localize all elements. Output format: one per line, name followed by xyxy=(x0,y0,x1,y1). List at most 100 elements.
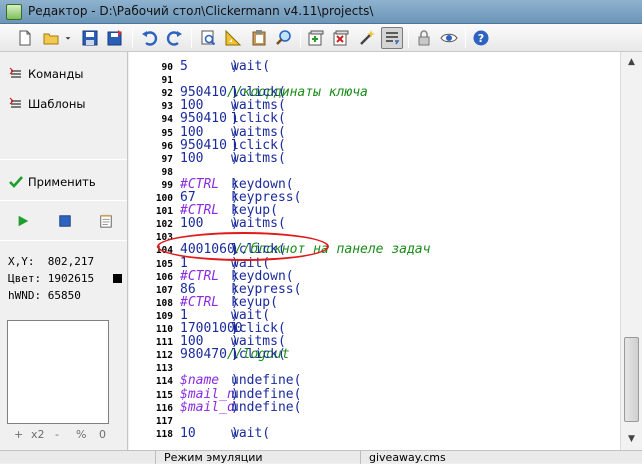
code-line[interactable]: waitms(100) xyxy=(180,216,286,232)
code-line[interactable]: keypress(67) xyxy=(180,191,301,204)
code-line[interactable]: keyup(#CTRL) xyxy=(180,204,278,217)
eye-button[interactable] xyxy=(438,27,460,49)
code-line[interactable]: lclick(980, 470)//logout xyxy=(180,348,290,361)
apply-button[interactable]: Применить xyxy=(8,171,96,193)
line-number: 113 xyxy=(155,363,173,375)
search-button[interactable] xyxy=(273,27,295,49)
toolbar-separator xyxy=(408,28,409,48)
ruler-button[interactable] xyxy=(222,27,244,49)
redo-button[interactable] xyxy=(164,27,186,49)
sidebar-divider xyxy=(0,200,127,201)
zoom-reset-button[interactable]: 0 xyxy=(99,428,106,441)
line-number: 112 xyxy=(155,350,173,362)
code-token: ) xyxy=(231,386,239,402)
code-token: ) xyxy=(231,216,239,232)
code-line[interactable]: undefine($name) xyxy=(180,374,301,387)
magic-wand-button[interactable] xyxy=(356,27,378,49)
code-line[interactable]: wait(5) xyxy=(180,60,270,73)
remove-item-button[interactable] xyxy=(330,27,352,49)
status-bar: Режим эмуляции giveaway.cms xyxy=(0,450,642,464)
code-editor[interactable]: 90 wait(5) 91 92 lclick(950, 410)//координат… xyxy=(129,52,620,450)
checkmark-icon xyxy=(9,176,23,188)
help-icon: ? xyxy=(473,30,489,46)
line-number: 95 xyxy=(161,127,173,139)
code-number: 980 xyxy=(180,347,204,363)
play-button[interactable] xyxy=(14,212,32,230)
svg-text:?: ? xyxy=(478,32,484,45)
code-line[interactable]: wait(1) xyxy=(180,309,270,322)
code-line[interactable]: waitms(100) xyxy=(180,150,286,166)
code-number: 100 xyxy=(180,216,204,232)
line-number: 104 xyxy=(155,245,173,257)
line-number: 118 xyxy=(155,428,173,440)
code-line[interactable]: waitms(100) xyxy=(180,126,286,139)
line-number: 109 xyxy=(155,310,173,322)
code-line[interactable]: lclick(1700, 1000) xyxy=(180,321,286,336)
zoom-x2-button[interactable]: x2 xyxy=(31,428,45,441)
status-cell-filename: giveaway.cms xyxy=(360,451,642,464)
line-number: 92 xyxy=(161,88,173,100)
vertical-scrollbar[interactable]: ▲ ▼ xyxy=(620,52,642,450)
code-line[interactable]: undefine($mail_d) xyxy=(180,401,301,414)
code-line[interactable]: lclick(950, 410)//координаты ключа xyxy=(180,86,368,99)
lock-button[interactable] xyxy=(413,27,435,49)
code-token: ) xyxy=(231,255,239,271)
code-line[interactable]: keydown(#CTRL) xyxy=(180,270,294,283)
xy-value: 802,217 xyxy=(47,255,95,268)
toolbar-separator xyxy=(191,28,192,48)
code-line[interactable]: wait(10) xyxy=(180,427,270,440)
code-number: 100 xyxy=(180,150,204,166)
code-token: ) xyxy=(231,347,239,363)
templates-button[interactable]: Шаблоны xyxy=(8,93,85,115)
new-file-button[interactable] xyxy=(14,27,36,49)
code-line[interactable]: undefine($mail_n) xyxy=(180,388,301,401)
line-number: 97 xyxy=(161,153,173,165)
code-line[interactable]: lclick(950, 410) xyxy=(180,112,286,125)
code-token: keypress( xyxy=(231,190,302,205)
code-number: 410 xyxy=(203,137,227,153)
code-line[interactable]: keypress(86) xyxy=(180,283,301,296)
code-token: ) xyxy=(231,307,239,323)
code-token: ) xyxy=(231,190,239,205)
magic-wand-icon xyxy=(360,30,375,45)
code-token: ) xyxy=(231,321,239,336)
code-token: undefine( xyxy=(231,373,302,389)
notepad-button[interactable] xyxy=(97,212,115,230)
scrollbar-thumb[interactable] xyxy=(624,337,639,422)
code-line[interactable]: waitms(100) xyxy=(180,99,286,112)
undo-button[interactable] xyxy=(138,27,160,49)
save-button[interactable] xyxy=(79,27,101,49)
zoom-in-button[interactable]: + xyxy=(14,428,23,441)
zoom-percent-button[interactable]: % xyxy=(76,428,86,441)
find-button[interactable] xyxy=(197,27,219,49)
open-folder-button[interactable] xyxy=(40,27,62,49)
line-number: 107 xyxy=(155,284,173,296)
code-line[interactable]: wait(1) xyxy=(180,257,270,270)
zoom-out-button[interactable]: - xyxy=(55,428,59,441)
save-as-button[interactable] xyxy=(104,27,126,49)
line-wrap-icon xyxy=(386,32,400,45)
clipboard-button[interactable] xyxy=(248,27,270,49)
code-line[interactable]: keydown(#CTRL) xyxy=(180,178,294,191)
code-token: ) xyxy=(231,85,239,101)
line-number: 90 xyxy=(161,62,173,73)
open-dropdown-button[interactable] xyxy=(62,27,74,49)
line-number: 115 xyxy=(155,389,173,401)
stop-button[interactable] xyxy=(56,212,74,230)
commands-button[interactable]: Команды xyxy=(8,63,83,85)
redo-icon xyxy=(166,31,182,46)
toolbar-separator xyxy=(300,28,301,48)
add-item-button[interactable] xyxy=(305,27,327,49)
code-token: waitms( xyxy=(231,124,286,140)
scroll-down-arrow[interactable]: ▼ xyxy=(625,432,638,445)
code-line[interactable]: keyup(#CTRL) xyxy=(180,296,278,309)
help-button[interactable]: ? xyxy=(470,27,492,49)
scroll-up-arrow[interactable]: ▲ xyxy=(625,55,638,68)
code-line[interactable]: lclick(950, 410) xyxy=(180,137,286,153)
line-number: 111 xyxy=(155,337,173,349)
code-line[interactable]: lclick(400, 1060)//блокнот на панеле зад… xyxy=(180,243,430,256)
line-wrap-button[interactable] xyxy=(381,27,403,49)
code-line[interactable]: waitms(100) xyxy=(180,335,286,348)
sidebar: Команды Шаблоны Применить X,Y: 802,217 Ц… xyxy=(0,52,128,450)
stop-icon xyxy=(59,215,71,227)
